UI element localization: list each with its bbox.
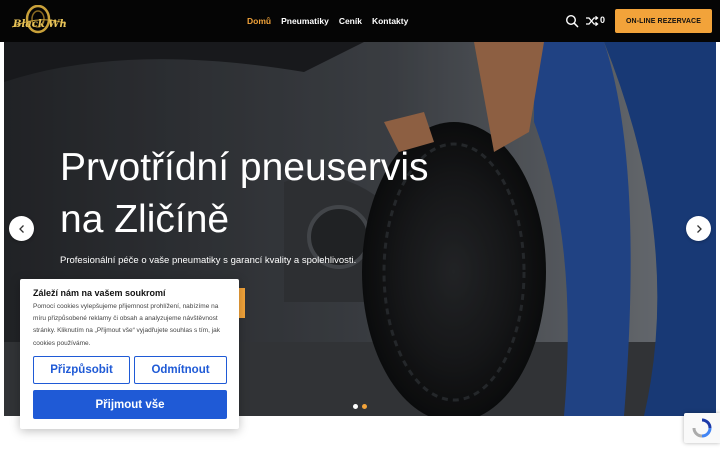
- shuffle-icon[interactable]: [585, 14, 599, 28]
- site-header: Black Wheels Domů Pneumatiky Ceník Konta…: [0, 0, 720, 42]
- recaptcha-badge[interactable]: [684, 413, 720, 443]
- cookie-description: Pomocí cookies vylepšujeme přijemnost pr…: [33, 303, 220, 347]
- slider-dot-1[interactable]: [353, 404, 358, 409]
- cookie-customize-button[interactable]: Přizpůsobit: [33, 356, 130, 384]
- cookie-accept-all-button[interactable]: Přijmout vše: [33, 390, 227, 419]
- chevron-left-icon: [18, 224, 24, 233]
- hero-subtitle: Profesionální péče o vaše pneumatiky s g…: [60, 255, 357, 266]
- slider-dot-2[interactable]: [362, 404, 367, 409]
- main-nav: Domů Pneumatiky Ceník Kontakty: [247, 0, 408, 42]
- compare-count-badge: 0: [600, 15, 606, 25]
- search-icon[interactable]: [565, 14, 579, 28]
- svg-text:Black Wheels: Black Wheels: [12, 19, 66, 30]
- black-wheels-logo[interactable]: Black Wheels: [10, 4, 89, 37]
- online-reservation-button[interactable]: ON-LINE REZERVACE: [615, 9, 712, 33]
- recaptcha-icon: [692, 418, 712, 438]
- slider-prev-button[interactable]: [9, 216, 34, 241]
- cookie-consent-dialog: Záleží nám na vašem soukromí Pomocí cook…: [20, 279, 239, 429]
- hero-title-line-2: na Zličíně: [60, 198, 230, 241]
- nav-item-pricing[interactable]: Ceník: [339, 16, 362, 26]
- nav-item-tires[interactable]: Pneumatiky: [281, 16, 329, 26]
- slider-next-button[interactable]: [686, 216, 711, 241]
- logo-graphic: Black Wheels: [11, 4, 89, 34]
- hero-title-line-1: Prvotřídní pneuservis: [60, 146, 429, 189]
- chevron-right-icon: [696, 224, 702, 233]
- cookie-reject-button[interactable]: Odmítnout: [134, 356, 227, 384]
- cookie-title: Záleží nám na vašem soukromí: [33, 288, 166, 298]
- hero-title: Prvotřídní pneuservis na Zličíně: [60, 142, 480, 246]
- nav-item-contacts[interactable]: Kontakty: [372, 16, 408, 26]
- nav-item-home[interactable]: Domů: [247, 16, 271, 26]
